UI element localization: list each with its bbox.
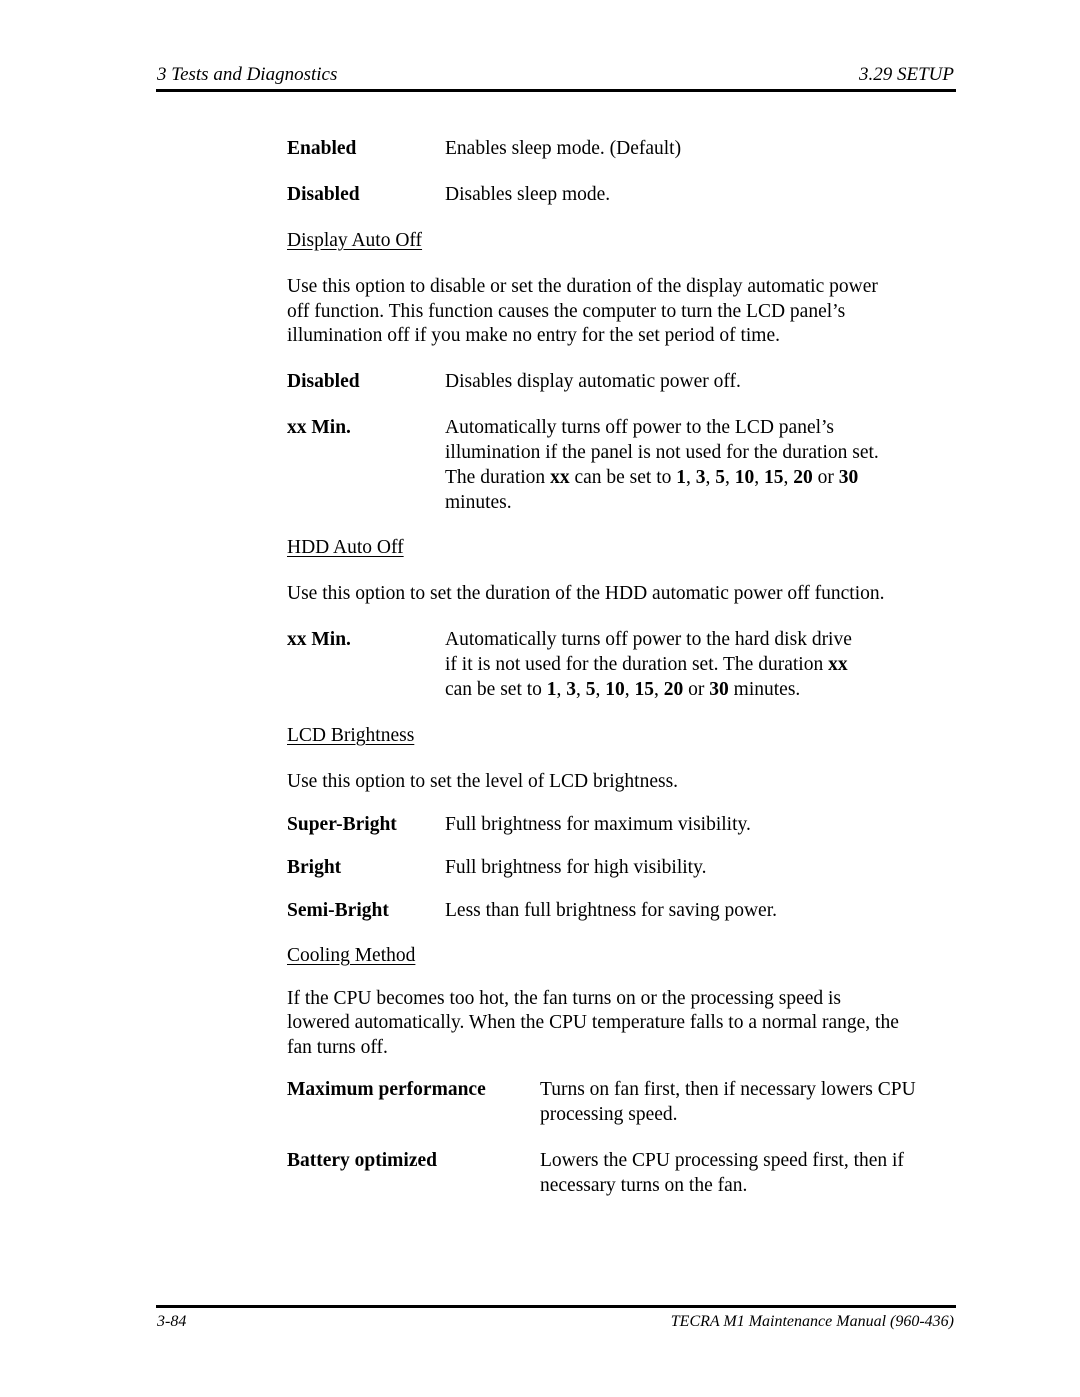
option-desc: Disables display automatic power off.: [445, 371, 741, 392]
paragraph-line: If the CPU becomes too hot, the fan turn…: [287, 988, 842, 1009]
paragraph-line: off function. This function causes the c…: [287, 301, 846, 322]
option-term: Disabled: [287, 184, 360, 205]
header-rule: [156, 89, 956, 92]
section-heading-hdd-auto-off: HDD Auto Off: [287, 537, 404, 558]
footer-manual-title: TECRA M1 Maintenance Manual (960-436): [670, 1313, 954, 1330]
option-term: Bright: [287, 857, 342, 878]
paragraph-line: Use this option to disable or set the du…: [287, 276, 878, 297]
option-term: xx Min.: [287, 417, 351, 438]
option-desc: Automatically turns off power to the LCD…: [445, 417, 835, 438]
option-desc: Full brightness for high visibility.: [445, 857, 707, 878]
option-term: Disabled: [287, 371, 360, 392]
option-desc: Turns on fan first, then if necessary lo…: [540, 1079, 916, 1100]
option-desc-values: can be set to 1, 3, 5, 10, 15, 20 or 30 …: [445, 679, 801, 700]
footer-rule: [156, 1305, 956, 1308]
option-desc: necessary turns on the fan.: [540, 1175, 748, 1196]
header-section-title: 3.29 SETUP: [859, 64, 954, 85]
option-desc: minutes.: [445, 492, 512, 513]
option-desc: Automatically turns off power to the har…: [445, 629, 852, 650]
section-heading-cooling-method: Cooling Method: [287, 945, 416, 966]
option-term: Semi-Bright: [287, 900, 389, 921]
option-term: Super-Bright: [287, 814, 397, 835]
option-term: xx Min.: [287, 629, 351, 650]
option-desc: processing speed.: [540, 1104, 678, 1125]
paragraph-line: lowered automatically. When the CPU temp…: [287, 1012, 899, 1033]
option-desc: Disables sleep mode.: [445, 184, 611, 205]
section-heading-lcd-brightness: LCD Brightness: [287, 725, 415, 746]
section-heading-display-auto-off: Display Auto Off: [287, 230, 423, 251]
paragraph-line: Use this option to set the duration of t…: [287, 583, 885, 604]
option-term: Enabled: [287, 138, 357, 159]
page-number: 3-84: [157, 1313, 187, 1330]
option-desc: illumination if the panel is not used fo…: [445, 442, 879, 463]
option-desc-values: The duration xx can be set to 1, 3, 5, 1…: [445, 467, 859, 488]
option-desc: Enables sleep mode. (Default): [445, 138, 682, 159]
header-chapter-title: 3 Tests and Diagnostics: [157, 64, 338, 85]
paragraph-line: illumination off if you make no entry fo…: [287, 325, 780, 346]
option-desc: Lowers the CPU processing speed first, t…: [540, 1150, 904, 1171]
option-desc: Less than full brightness for saving pow…: [445, 900, 777, 921]
option-term: Battery optimized: [287, 1150, 438, 1171]
option-term: Maximum performance: [287, 1079, 486, 1100]
paragraph-line: fan turns off.: [287, 1037, 388, 1058]
option-desc: Full brightness for maximum visibility.: [445, 814, 751, 835]
option-desc: if it is not used for the duration set. …: [445, 654, 848, 675]
paragraph-line: Use this option to set the level of LCD …: [287, 771, 679, 792]
